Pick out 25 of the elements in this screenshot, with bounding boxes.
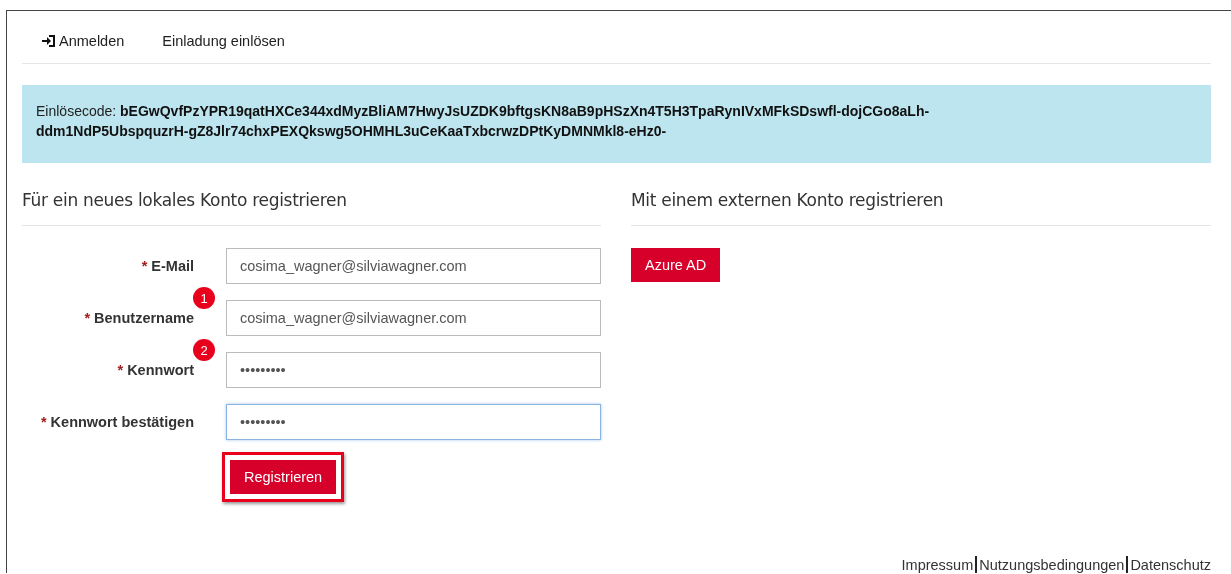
annotation-badge: 1 (193, 287, 215, 309)
input-field[interactable]: ••••••••• (226, 404, 601, 440)
sign-in-icon (42, 35, 56, 47)
field-label: E-Mail (151, 258, 194, 274)
footer-link[interactable]: Impressum (901, 556, 974, 573)
nav-link[interactable]: Einladung einlösen (162, 31, 285, 51)
required-mark: * (84, 310, 91, 326)
required-mark: * (117, 362, 124, 378)
azure-ad-button[interactable]: Azure AD (631, 248, 721, 282)
field-label: Benutzername (94, 310, 194, 326)
input-field[interactable]: cosima_wagner@silviawagner.com (226, 300, 601, 336)
footer-link[interactable]: Nutzungsbedingungen (979, 556, 1125, 573)
nav-link[interactable]: Anmelden (42, 31, 125, 51)
input-field[interactable]: cosima_wagner@silviawagner.com (226, 248, 601, 284)
input-field[interactable]: ••••••••• (226, 352, 601, 388)
required-mark: * (40, 414, 47, 430)
field-label: Kennwort bestätigen (50, 414, 194, 430)
section-heading: Für ein neues lokales Konto registrieren (22, 163, 601, 226)
redeem-code-text: Einlösecode: bEGwQvfPzYPR19qatHXCe344xdMyzBliAM7HwyJsUZDK9bftgsKN8aB9pHSzXn4T5H3TpaRynIVxMFkSDswfl-dojCGo8aLh- ddm1NdP5UbspquzrH-gZ8Jlr74chxPEXQkswg5OHMHL3uCeKaaTxbcrwzDPtKyDMNMkl8-eHz0- (36, 102, 931, 141)
register-button[interactable]: Registrieren (230, 460, 337, 494)
section-heading: Mit einem externen Konto registrieren (631, 163, 1211, 226)
required-mark: * (141, 258, 148, 274)
footer-link[interactable]: Datenschutz (1130, 556, 1211, 573)
field-label: Kennwort (127, 362, 194, 378)
annotation-badge: 2 (193, 339, 215, 361)
